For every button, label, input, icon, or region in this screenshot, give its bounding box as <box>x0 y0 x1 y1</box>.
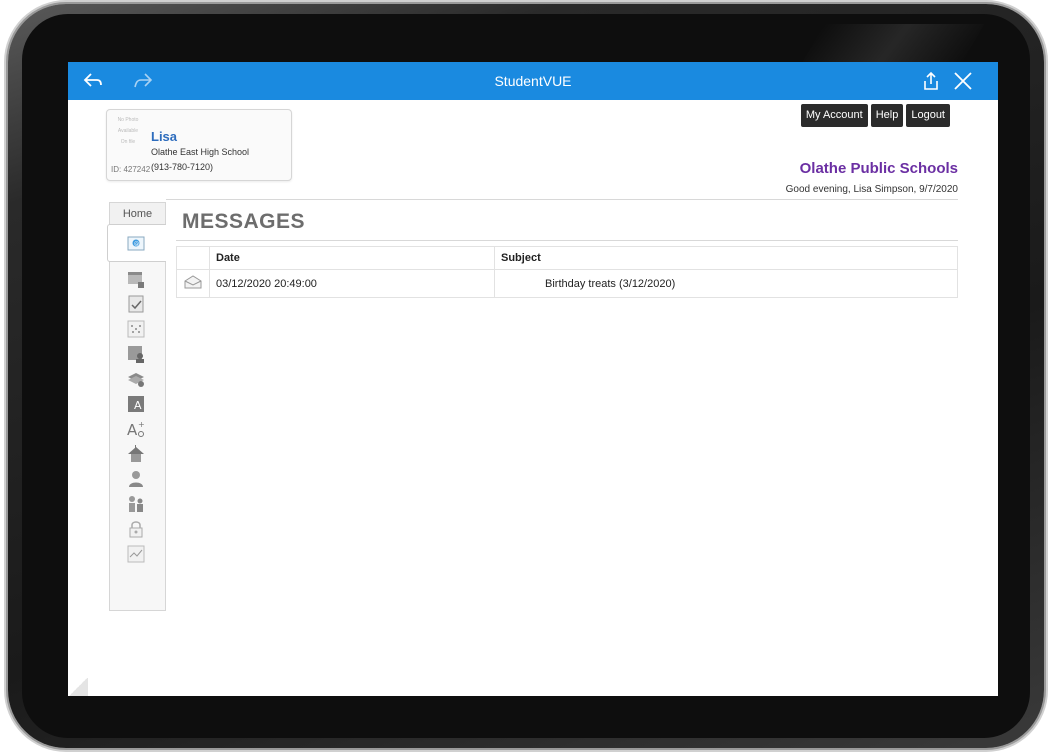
help-button[interactable]: Help <box>870 104 904 127</box>
calendar-icon[interactable] <box>126 270 146 290</box>
grade-book-icon[interactable]: A <box>126 394 146 414</box>
student-card: No Photo Available On file ID: 427242 Li… <box>106 109 292 181</box>
message-date: 03/12/2020 20:49:00 <box>209 269 495 298</box>
sidebar-item-messages[interactable]: @ <box>107 224 166 262</box>
messages-icon: @ <box>127 236 145 251</box>
sidebar: A A + <box>109 202 166 611</box>
test-scores-icon[interactable]: A + <box>126 419 146 439</box>
student-id: ID: 427242 <box>111 165 151 174</box>
svg-text:A: A <box>127 421 138 439</box>
progress-report-icon[interactable] <box>126 544 146 564</box>
envelope-open-icon <box>184 275 202 289</box>
header-divider <box>166 199 958 200</box>
student-photo-placeholder: No Photo Available On file <box>117 117 139 145</box>
top-navbar: StudentVUE <box>68 62 998 100</box>
svg-text:+: + <box>138 420 145 429</box>
logout-button[interactable]: Logout <box>906 104 950 127</box>
subject-column-header[interactable]: Subject <box>494 246 958 270</box>
app-title: StudentVUE <box>494 73 572 89</box>
close-icon[interactable] <box>952 70 974 92</box>
page-content: No Photo Available On file ID: 427242 Li… <box>68 100 998 696</box>
student-name: Lisa <box>151 129 178 144</box>
message-icon-cell <box>176 269 210 298</box>
course-history-icon[interactable] <box>126 344 146 364</box>
district-name: Olathe Public Schools <box>799 160 958 177</box>
date-column-header[interactable]: Date <box>209 246 495 270</box>
svg-text:A: A <box>134 399 142 412</box>
account-buttons: My Account Help Logout <box>800 104 950 127</box>
svg-text:@: @ <box>134 241 139 247</box>
school-information-icon[interactable] <box>126 444 146 464</box>
sidebar-home-tab[interactable]: Home <box>109 202 166 225</box>
messages-table: Date Subject 03/12/2020 20:49:00 Birthda… <box>176 246 958 298</box>
student-info-icon[interactable] <box>126 469 146 489</box>
table-header-row: Date Subject <box>176 246 958 270</box>
attendance-icon[interactable] <box>126 294 146 314</box>
share-icon[interactable] <box>920 70 942 92</box>
school-name: Olathe East High School <box>151 147 250 157</box>
school-phone: (913-780-7120) <box>151 162 214 172</box>
class-schedule-icon[interactable] <box>126 319 146 339</box>
page-title: MESSAGES <box>182 210 306 233</box>
my-account-button[interactable]: My Account <box>800 104 868 127</box>
table-row[interactable]: 03/12/2020 20:49:00 Birthday treats (3/1… <box>176 269 958 298</box>
icon-column-header <box>176 246 210 270</box>
greeting-text: Good evening, Lisa Simpson, 9/7/2020 <box>785 184 958 195</box>
parent-icon[interactable] <box>126 494 146 514</box>
corner-fold <box>68 678 88 696</box>
title-divider <box>176 240 958 241</box>
security-icon[interactable] <box>126 519 146 539</box>
message-subject[interactable]: Birthday treats (3/12/2020) <box>494 269 958 298</box>
app-screen: StudentVUE No Photo Available On file ID… <box>68 62 998 696</box>
report-card-icon[interactable] <box>126 369 146 389</box>
